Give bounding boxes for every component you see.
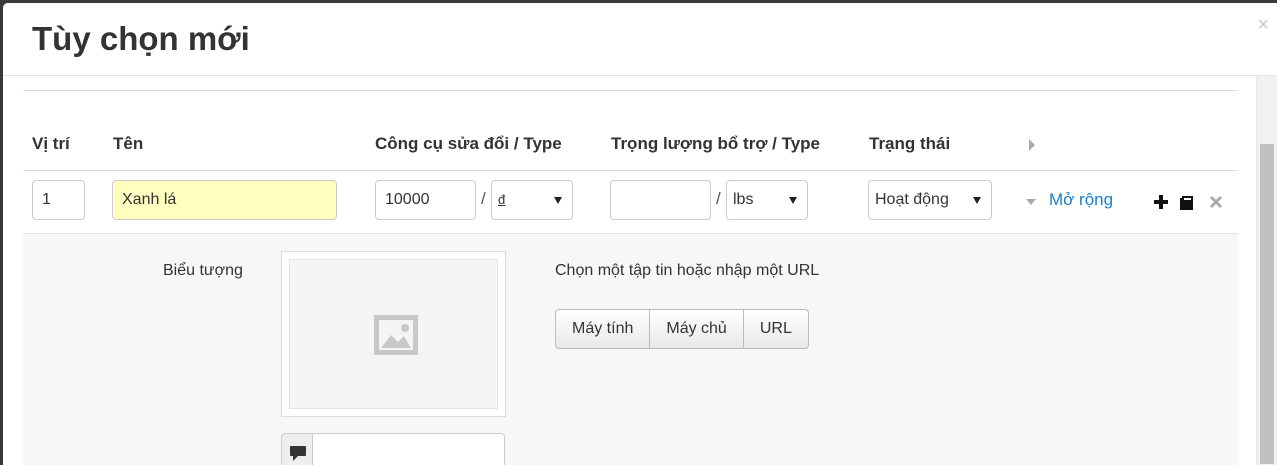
chevron-down-icon — [973, 197, 981, 204]
position-input[interactable]: 1 — [32, 180, 85, 220]
weight-modifier-input[interactable] — [610, 180, 711, 220]
header-weight: Trọng lượng bổ trợ / Type — [611, 134, 820, 153]
separator: / — [716, 189, 721, 208]
expand-link[interactable]: Mở rộng — [1049, 190, 1113, 210]
url-button[interactable]: URL — [742, 309, 809, 349]
price-type-select[interactable]: đ — [491, 180, 573, 220]
name-input[interactable]: Xanh lá — [112, 180, 337, 220]
divider — [23, 90, 1238, 91]
image-alt-input[interactable] — [312, 433, 505, 465]
weight-type-value: lbs — [733, 191, 754, 208]
server-button[interactable]: Máy chủ — [649, 309, 744, 349]
close-icon[interactable]: × — [1257, 15, 1269, 35]
plus-icon[interactable] — [1151, 192, 1171, 212]
image-alt-field — [281, 433, 505, 465]
divider — [23, 170, 1238, 171]
weight-type-select[interactable]: lbs — [726, 180, 808, 220]
choose-file-text: Chọn một tập tin hoặc nhập một URL — [555, 262, 820, 279]
header-status: Trạng thái — [869, 134, 951, 153]
header-name: Tên — [113, 134, 144, 153]
separator: / — [481, 189, 486, 208]
source-button-group: Máy tính Máy chủ URL — [555, 309, 809, 349]
modal-title: Tùy chọn mới — [32, 20, 250, 57]
comment-addon — [281, 433, 313, 465]
price-modifier-input[interactable]: 10000 — [375, 180, 476, 220]
scrollbar[interactable] — [1256, 76, 1277, 465]
scrollbar-thumb[interactable] — [1260, 144, 1274, 464]
delete-icon[interactable] — [1206, 192, 1226, 212]
status-select[interactable]: Hoạt động — [868, 180, 992, 220]
modal-header: Tùy chọn mới × — [3, 3, 1277, 76]
header-position: Vị trí — [32, 134, 70, 153]
image-preview-inner — [289, 259, 498, 409]
new-option-modal: Tùy chọn mới × Vị trí Tên Công cụ sửa đổ… — [3, 3, 1277, 465]
icon-label: Biểu tượng — [163, 262, 243, 279]
comment-icon — [290, 446, 306, 461]
image-icon — [374, 315, 418, 355]
clone-icon[interactable] — [1177, 192, 1197, 212]
computer-button[interactable]: Máy tính — [555, 309, 651, 349]
chevron-down-icon — [554, 197, 562, 204]
caret-right-icon[interactable] — [1029, 139, 1035, 151]
chevron-down-icon — [789, 197, 797, 204]
price-type-value: đ — [498, 192, 506, 207]
image-preview[interactable] — [281, 251, 506, 417]
status-value: Hoạt động — [875, 191, 949, 208]
caret-down-icon[interactable] — [1026, 199, 1036, 205]
header-modifier: Công cụ sửa đổi / Type — [375, 134, 562, 153]
